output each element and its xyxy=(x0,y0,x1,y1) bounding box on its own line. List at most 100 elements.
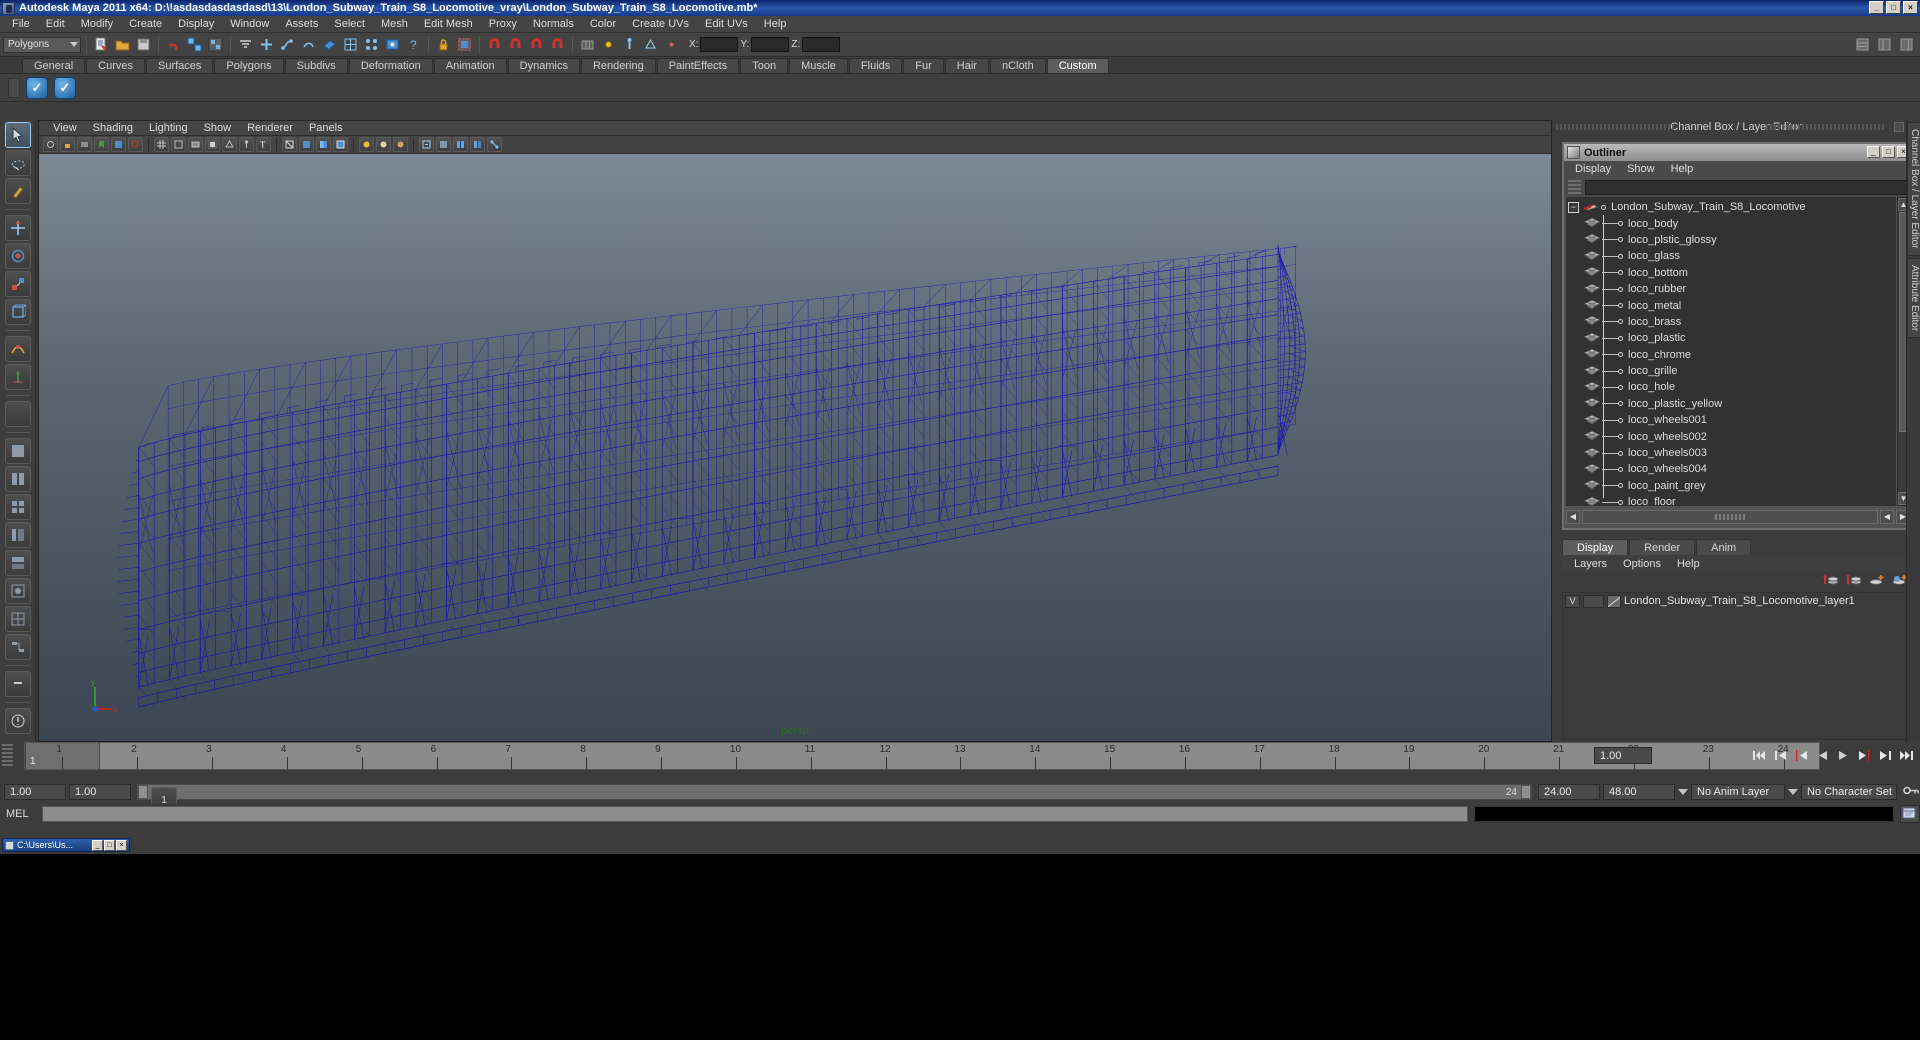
layer-visibility-toggle[interactable]: V xyxy=(1565,594,1580,608)
perspective-viewport-panel[interactable]: View Shading Lighting Show Renderer Panels T xyxy=(38,120,1552,742)
viewport-panel-box-icon[interactable] xyxy=(436,137,451,152)
script-editor-button[interactable] xyxy=(1900,805,1920,823)
isolate-select-icon[interactable] xyxy=(419,137,434,152)
step-forward-frame-button[interactable] xyxy=(1855,745,1874,765)
shelf-tab-deformation[interactable]: Deformation xyxy=(348,58,433,73)
menu-proxy[interactable]: Proxy xyxy=(481,17,525,31)
layout-persp-outliner[interactable] xyxy=(4,522,31,548)
bookmark-icon[interactable] xyxy=(94,137,109,152)
use-all-lights-icon[interactable] xyxy=(376,137,391,152)
taskbar-window-button[interactable]: C:\Users\Us... _ □ × xyxy=(2,838,130,852)
outliner-item[interactable]: loco_wheels004 xyxy=(1566,461,1896,477)
snap-point-icon[interactable] xyxy=(299,35,318,54)
vertical-tab-attribute-editor[interactable]: Attribute Editor xyxy=(1907,257,1920,338)
viewport-menu-renderer[interactable]: Renderer xyxy=(239,122,301,134)
universal-manipulator-tool[interactable] xyxy=(4,299,31,325)
viewport-menu-panels[interactable]: Panels xyxy=(301,122,351,134)
taskbar-window-controls[interactable]: _ □ × xyxy=(92,839,127,851)
outliner-menu-help[interactable]: Help xyxy=(1664,163,1701,175)
key-icon[interactable] xyxy=(1903,784,1920,800)
viewport-menu-shading[interactable]: Shading xyxy=(85,122,141,134)
layer-editor-tab-anim[interactable]: Anim xyxy=(1696,539,1752,555)
outliner-hscroll-thumb[interactable] xyxy=(1582,510,1878,524)
outliner-item[interactable]: loco_paint_grey xyxy=(1566,478,1896,494)
new-scene-icon[interactable] xyxy=(92,35,111,54)
shelf-tab-ncloth[interactable]: nCloth xyxy=(989,58,1046,73)
taskbar-restore-button[interactable]: □ xyxy=(104,839,115,851)
menu-edit-mesh[interactable]: Edit Mesh xyxy=(416,17,481,31)
menu-create[interactable]: Create xyxy=(121,17,170,31)
time-slider-grip[interactable] xyxy=(2,744,13,768)
layout-relationship-editor[interactable] xyxy=(4,634,31,660)
snap-view-plane-icon[interactable] xyxy=(320,35,339,54)
outliner-item[interactable]: loco_brass xyxy=(1566,314,1896,330)
layout-single-pane[interactable] xyxy=(4,438,31,464)
channel-box-toggle-icon[interactable] xyxy=(1853,35,1872,54)
anim-layer-dropdown-icon[interactable] xyxy=(1678,789,1688,795)
character-set-dropdown-icon[interactable] xyxy=(1788,789,1798,795)
move-layer-down-icon[interactable] xyxy=(1845,572,1862,590)
go-to-end-button[interactable] xyxy=(1897,745,1916,765)
shelf-tab-fur[interactable]: Fur xyxy=(903,58,944,73)
time-slider[interactable]: 1 12345678910111213141516171819202122232… xyxy=(24,742,1820,770)
window-maximize-button[interactable]: □ xyxy=(1886,1,1901,14)
shelf-tab-muscle[interactable]: Muscle xyxy=(789,58,848,73)
range-right-handle[interactable] xyxy=(1521,785,1531,799)
outliner-item[interactable]: loco_plastic_yellow xyxy=(1566,396,1896,412)
input-connection-icon[interactable] xyxy=(599,35,618,54)
outliner-tree[interactable]: − London_Subway_Train_S8_Locomotive loco_b… xyxy=(1566,197,1896,506)
paint-selection-tool[interactable] xyxy=(4,178,31,204)
outliner-item[interactable]: loco_plastic xyxy=(1566,330,1896,346)
taskbar-close-button[interactable]: × xyxy=(116,839,127,851)
outliner-menu-display[interactable]: Display xyxy=(1568,163,1618,175)
select-by-object-icon[interactable] xyxy=(206,35,225,54)
select-tool[interactable] xyxy=(4,122,31,148)
move-layer-up-icon[interactable] xyxy=(1822,572,1839,590)
outliner-item[interactable]: loco_plstic_glossy xyxy=(1566,232,1896,248)
window-minimize-button[interactable]: _ xyxy=(1869,1,1884,14)
outliner-item[interactable]: loco_wheels002 xyxy=(1566,428,1896,444)
command-line-output[interactable] xyxy=(1474,806,1894,822)
scroll-left-arrow-icon[interactable]: ◀ xyxy=(1566,510,1580,524)
range-slider-bar[interactable]: 1 24 xyxy=(137,784,1532,813)
smooth-shade-all-icon[interactable] xyxy=(299,137,314,152)
save-scene-icon[interactable] xyxy=(134,35,153,54)
soft-modification-tool[interactable] xyxy=(4,336,31,362)
layer-row[interactable]: V London_Subway_Train_S8_Locomotive_laye… xyxy=(1563,593,1913,609)
shelf-tab-toon[interactable]: Toon xyxy=(740,58,789,73)
undo-icon[interactable] xyxy=(164,35,183,54)
outliner-item[interactable]: loco_floor xyxy=(1566,494,1896,506)
expand-collapse-icon[interactable]: − xyxy=(1568,201,1579,213)
x-axis-field[interactable] xyxy=(700,37,739,52)
step-back-key-button[interactable] xyxy=(1771,745,1790,765)
layout-persp-graph[interactable] xyxy=(4,550,31,576)
menu-edit-uvs[interactable]: Edit UVs xyxy=(697,17,756,31)
wireframe-on-shaded-icon[interactable] xyxy=(333,137,348,152)
shelf-tab-polygons[interactable]: Polygons xyxy=(214,58,284,73)
use-default-lighting-icon[interactable] xyxy=(359,137,374,152)
move-tool[interactable] xyxy=(4,215,31,241)
menu-help[interactable]: Help xyxy=(756,17,795,31)
play-backwards-button[interactable] xyxy=(1813,745,1832,765)
camera-attributes-icon[interactable] xyxy=(77,137,92,152)
outliner-maximize-button[interactable]: □ xyxy=(1882,146,1895,158)
magnet-snap-1-icon[interactable] xyxy=(485,35,504,54)
magnet-snap-3-icon[interactable] xyxy=(527,35,546,54)
outliner-item[interactable]: loco_rubber xyxy=(1566,281,1896,297)
y-axis-field[interactable] xyxy=(751,37,790,52)
step-back-frame-button[interactable] xyxy=(1792,745,1811,765)
image-plane-icon[interactable] xyxy=(111,137,126,152)
menu-normals[interactable]: Normals xyxy=(525,17,582,31)
layer-name[interactable]: London_Subway_Train_S8_Locomotive_layer1 xyxy=(1624,595,1855,607)
shelf-tab-rendering[interactable]: Rendering xyxy=(580,58,656,73)
layout-hypershade[interactable] xyxy=(4,578,31,604)
range-end-field[interactable]: 1.00 xyxy=(69,784,131,800)
menu-create-uvs[interactable]: Create UVs xyxy=(624,17,697,31)
viewport-panel-split-icon[interactable] xyxy=(453,137,468,152)
outliner-item[interactable]: loco_grille xyxy=(1566,363,1896,379)
wireframe-train-model[interactable] xyxy=(39,154,1551,741)
smooth-shade-selected-icon[interactable] xyxy=(316,137,331,152)
magnet-snap-4-icon[interactable] xyxy=(548,35,567,54)
layout-expand-button[interactable] xyxy=(4,671,31,697)
create-empty-layer-icon[interactable] xyxy=(1868,572,1885,590)
